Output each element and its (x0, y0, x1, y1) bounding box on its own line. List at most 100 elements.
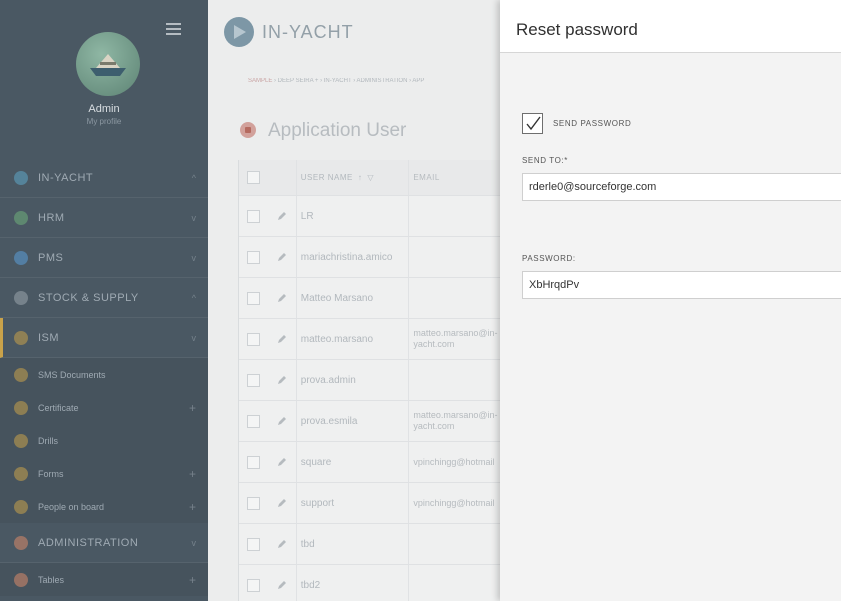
table-row[interactable]: tbd (239, 524, 500, 565)
brand-title: IN-YACHT (262, 22, 354, 42)
sidebar-item-label: People on board (38, 501, 105, 512)
cell-user-name: tbd (295, 524, 409, 564)
table-row[interactable]: prova.admin (239, 360, 500, 401)
password-input[interactable] (522, 271, 841, 299)
edit-pencil-icon[interactable] (277, 457, 287, 467)
send-password-label: SEND PASSWORD (553, 119, 632, 128)
table-row[interactable]: prova.esmila matteo.marsano@in-yacht.com (239, 401, 500, 442)
table-icon (14, 572, 28, 587)
select-all-checkbox[interactable] (247, 171, 261, 184)
edit-pencil-icon[interactable] (277, 293, 287, 303)
column-header-user-name[interactable]: USER NAME ↑ ▽ (295, 160, 409, 195)
sidebar-item-administration[interactable]: ADMINISTRATION v (0, 523, 208, 563)
sidebar-item-people-on-board[interactable]: People on board + (0, 490, 208, 523)
sidebar-item-stock-supply[interactable]: STOCK & SUPPLY ^ (0, 278, 208, 318)
sidebar-item-label: Tables (38, 574, 65, 585)
box-icon (14, 290, 28, 305)
row-checkbox[interactable] (247, 455, 261, 469)
sidebar-nav: IN-YACHT ^ HRM v PMS v STOCK & SUPPLY ^ ISM v SMS … (0, 158, 208, 596)
edit-pencil-icon[interactable] (277, 580, 287, 590)
sidebar-item-label: IN-YACHT (38, 171, 94, 184)
chevron-up-icon[interactable]: ^ (192, 293, 196, 303)
user-name[interactable]: Admin (0, 103, 208, 115)
gear-icon (14, 535, 28, 550)
chevron-down-icon[interactable]: v (192, 253, 197, 263)
chevron-down-icon[interactable]: v (192, 538, 197, 548)
edit-pencil-icon[interactable] (277, 498, 287, 508)
sidebar-item-tables[interactable]: Tables + (0, 563, 208, 596)
breadcrumb-rest[interactable]: › DEEP SEIRA + › IN-YACHT › ADMINISTRATI… (272, 78, 424, 84)
sidebar-item-label: ADMINISTRATION (38, 536, 139, 549)
row-checkbox[interactable] (247, 578, 261, 592)
users-table: USER NAME ↑ ▽ EMAIL LR mariachristina.amico… (238, 160, 500, 601)
row-checkbox[interactable] (247, 209, 261, 223)
send-to-input[interactable] (522, 173, 841, 201)
table-row[interactable]: square vpinchingg@hotmail (239, 442, 500, 483)
sidebar-item-label: Certificate (38, 402, 79, 413)
table-row[interactable]: tbd2 (239, 565, 500, 601)
expand-plus-icon[interactable]: + (189, 573, 196, 587)
edit-pencil-icon[interactable] (277, 539, 287, 549)
edit-pencil-icon[interactable] (277, 252, 287, 262)
cell-email: vpinchingg@hotmail (408, 442, 500, 482)
application-user-icon (240, 122, 256, 138)
cell-email: vpinchingg@hotmail (408, 483, 500, 523)
sidebar-item-sms-documents[interactable]: SMS Documents (0, 358, 208, 391)
chevron-down-icon[interactable]: v (192, 333, 197, 343)
sidebar-item-label: PMS (38, 251, 64, 264)
chevron-up-icon[interactable]: ^ (192, 173, 196, 183)
edit-pencil-icon[interactable] (277, 334, 287, 344)
cell-user-name: tbd2 (295, 565, 409, 601)
cell-email (408, 237, 500, 277)
sidebar-item-pms[interactable]: PMS v (0, 238, 208, 278)
edit-pencil-icon[interactable] (277, 416, 287, 426)
drill-icon (14, 433, 28, 448)
table-body: LR mariachristina.amico Matteo Marsano matt… (239, 196, 500, 601)
hamburger-menu-icon[interactable] (166, 23, 181, 35)
document-icon (14, 367, 28, 382)
expand-plus-icon[interactable]: + (189, 467, 196, 481)
table-row[interactable]: LR (239, 196, 500, 237)
sidebar-item-in-yacht[interactable]: IN-YACHT ^ (0, 158, 208, 198)
sidebar-item-forms[interactable]: Forms + (0, 457, 208, 490)
expand-plus-icon[interactable]: + (189, 500, 196, 514)
sidebar-item-hrm[interactable]: HRM v (0, 198, 208, 238)
edit-pencil-icon[interactable] (277, 211, 287, 221)
row-checkbox[interactable] (247, 291, 261, 305)
sidebar: Admin My profile IN-YACHT ^ HRM v PMS v STOCK … (0, 0, 208, 601)
cell-user-name: Matteo Marsano (295, 278, 409, 318)
breadcrumb-first[interactable]: SAMPLE (248, 78, 272, 84)
chevron-down-icon[interactable]: v (192, 213, 197, 223)
row-checkbox[interactable] (247, 537, 261, 551)
in-yacht-logo-icon (224, 17, 254, 47)
sidebar-item-certificate[interactable]: Certificate + (0, 391, 208, 424)
sidebar-item-drills[interactable]: Drills (0, 424, 208, 457)
certificate-icon (14, 400, 28, 415)
expand-plus-icon[interactable]: + (189, 401, 196, 415)
row-checkbox[interactable] (247, 250, 261, 264)
send-password-checkbox[interactable] (522, 113, 543, 134)
sidebar-item-label: STOCK & SUPPLY (38, 291, 139, 304)
sort-icon[interactable]: ↑ (358, 173, 363, 182)
table-row[interactable]: matteo.marsano matteo.marsano@in-yacht.co… (239, 319, 500, 360)
row-checkbox[interactable] (247, 332, 261, 346)
shield-icon (14, 330, 28, 345)
sidebar-item-ism[interactable]: ISM v (0, 318, 208, 358)
sidebar-item-label: ISM (38, 331, 60, 344)
column-header-email[interactable]: EMAIL (408, 160, 500, 195)
wrench-icon (14, 250, 28, 265)
checkmark-icon (526, 116, 541, 131)
filter-icon[interactable]: ▽ (367, 173, 374, 182)
sidebar-item-label: Forms (38, 468, 64, 479)
table-row[interactable]: support vpinchingg@hotmail (239, 483, 500, 524)
row-checkbox[interactable] (247, 373, 261, 387)
row-checkbox[interactable] (247, 496, 261, 510)
avatar[interactable] (76, 32, 140, 96)
row-checkbox[interactable] (247, 414, 261, 428)
table-row[interactable]: mariachristina.amico (239, 237, 500, 278)
edit-pencil-icon[interactable] (277, 375, 287, 385)
table-row[interactable]: Matteo Marsano (239, 278, 500, 319)
send-password-toggle[interactable]: SEND PASSWORD (522, 113, 631, 134)
profile-link[interactable]: My profile (0, 117, 208, 126)
cell-user-name: matteo.marsano (295, 319, 409, 359)
